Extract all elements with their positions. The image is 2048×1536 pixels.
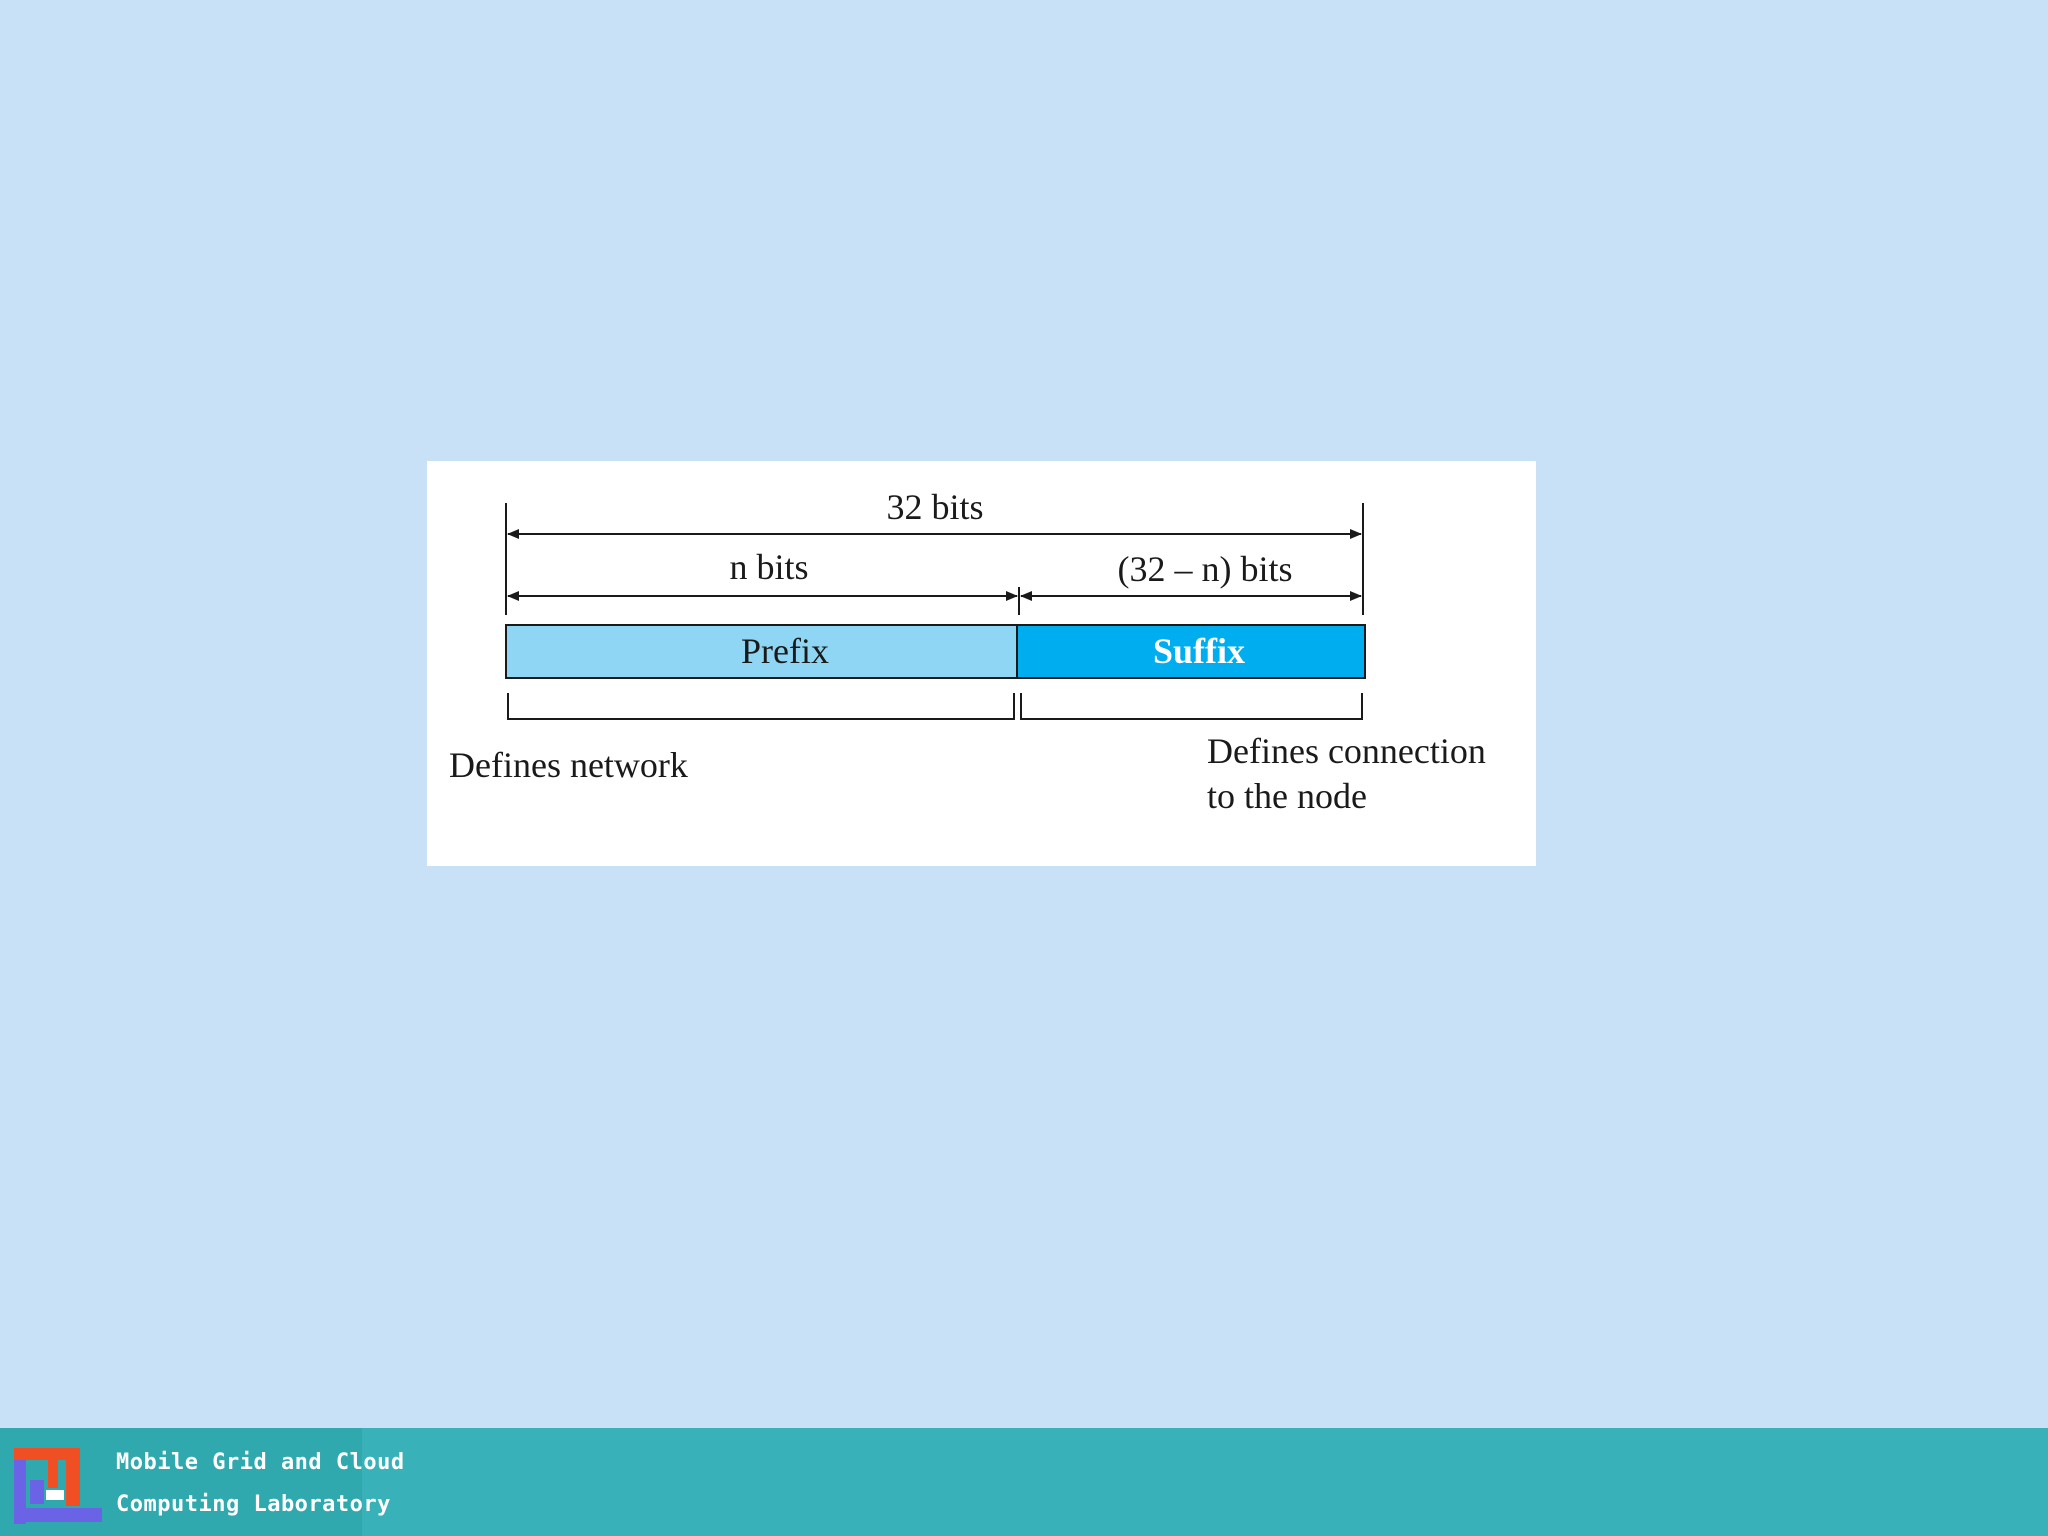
footer-lab-name-line2: Computing Laboratory (116, 1492, 391, 1517)
ip-address-diagram: 32 bits n bits (32 – n) bits Prefix Suff… (505, 487, 1366, 720)
figure-panel: 32 bits n bits (32 – n) bits Prefix Suff… (427, 461, 1536, 866)
footer-logo-block: Mobile Grid and Cloud Computing Laborato… (0, 1428, 404, 1536)
prefix-width-label: n bits (729, 547, 808, 587)
suffix-bracket (1020, 693, 1363, 720)
prefix-description: Defines network (449, 745, 688, 785)
lab-logo-icon (14, 1448, 102, 1524)
prefix-bracket (507, 693, 1015, 720)
suffix-description-line1: Defines connection (1207, 731, 1486, 771)
footer-lab-name-line1: Mobile Grid and Cloud (116, 1450, 405, 1475)
suffix-description-line2: to the node (1207, 776, 1367, 816)
suffix-width-label: (32 – n) bits (1118, 549, 1293, 589)
total-width-label: 32 bits (886, 487, 983, 527)
suffix-label: Suffix (1153, 631, 1245, 671)
footer-bar: Mobile Grid and Cloud Computing Laborato… (0, 1428, 2048, 1536)
prefix-label: Prefix (741, 631, 829, 671)
